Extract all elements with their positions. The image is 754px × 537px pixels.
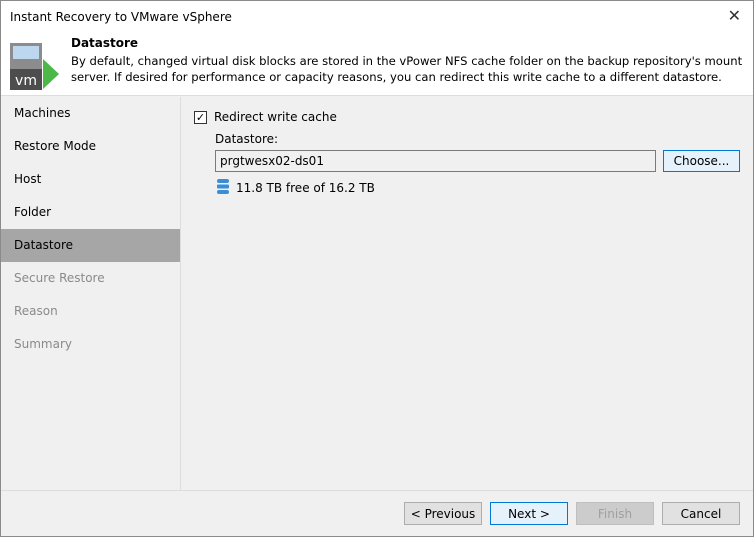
title-bar: Instant Recovery to VMware vSphere ✕ xyxy=(1,1,753,33)
svg-text:vm: vm xyxy=(15,73,37,89)
step-machines[interactable]: Machines xyxy=(1,97,180,130)
close-icon[interactable]: ✕ xyxy=(728,6,741,25)
wizard-footer: < Previous Next > Finish Cancel xyxy=(1,490,753,537)
cancel-button[interactable]: Cancel xyxy=(662,502,740,525)
previous-button[interactable]: < Previous xyxy=(404,502,482,525)
step-secure-restore: Secure Restore xyxy=(14,271,105,285)
main-panel: ✓ Redirect write cache Datastore: Choose… xyxy=(182,97,753,490)
step-restore-mode[interactable]: Restore Mode xyxy=(1,130,180,163)
step-host[interactable]: Host xyxy=(1,163,180,196)
next-button[interactable]: Next > xyxy=(490,502,568,525)
choose-button[interactable]: Choose... xyxy=(663,150,740,172)
page-description: By default, changed virtual disk blocks … xyxy=(71,54,743,84)
datastore-label: Datastore: xyxy=(215,132,279,146)
datastore-free-space: 11.8 TB free of 16.2 TB xyxy=(236,181,375,195)
datastore-field[interactable] xyxy=(215,150,656,172)
vm-logo-icon: vm xyxy=(10,43,59,90)
wizard-steps: Machines Restore Mode Host Folder Datast… xyxy=(1,97,181,490)
step-summary: Summary xyxy=(14,337,72,351)
page-title: Datastore xyxy=(71,36,139,50)
wizard-header: vm Datastore By default, changed virtual… xyxy=(1,33,753,96)
finish-button: Finish xyxy=(576,502,654,525)
window-title: Instant Recovery to VMware vSphere xyxy=(10,10,232,24)
database-icon xyxy=(217,179,229,194)
redirect-write-cache-label[interactable]: Redirect write cache xyxy=(214,110,337,124)
redirect-write-cache-checkbox[interactable]: ✓ xyxy=(194,111,207,124)
step-reason: Reason xyxy=(14,304,58,318)
step-datastore[interactable]: Datastore xyxy=(1,229,180,262)
step-folder[interactable]: Folder xyxy=(1,196,180,229)
